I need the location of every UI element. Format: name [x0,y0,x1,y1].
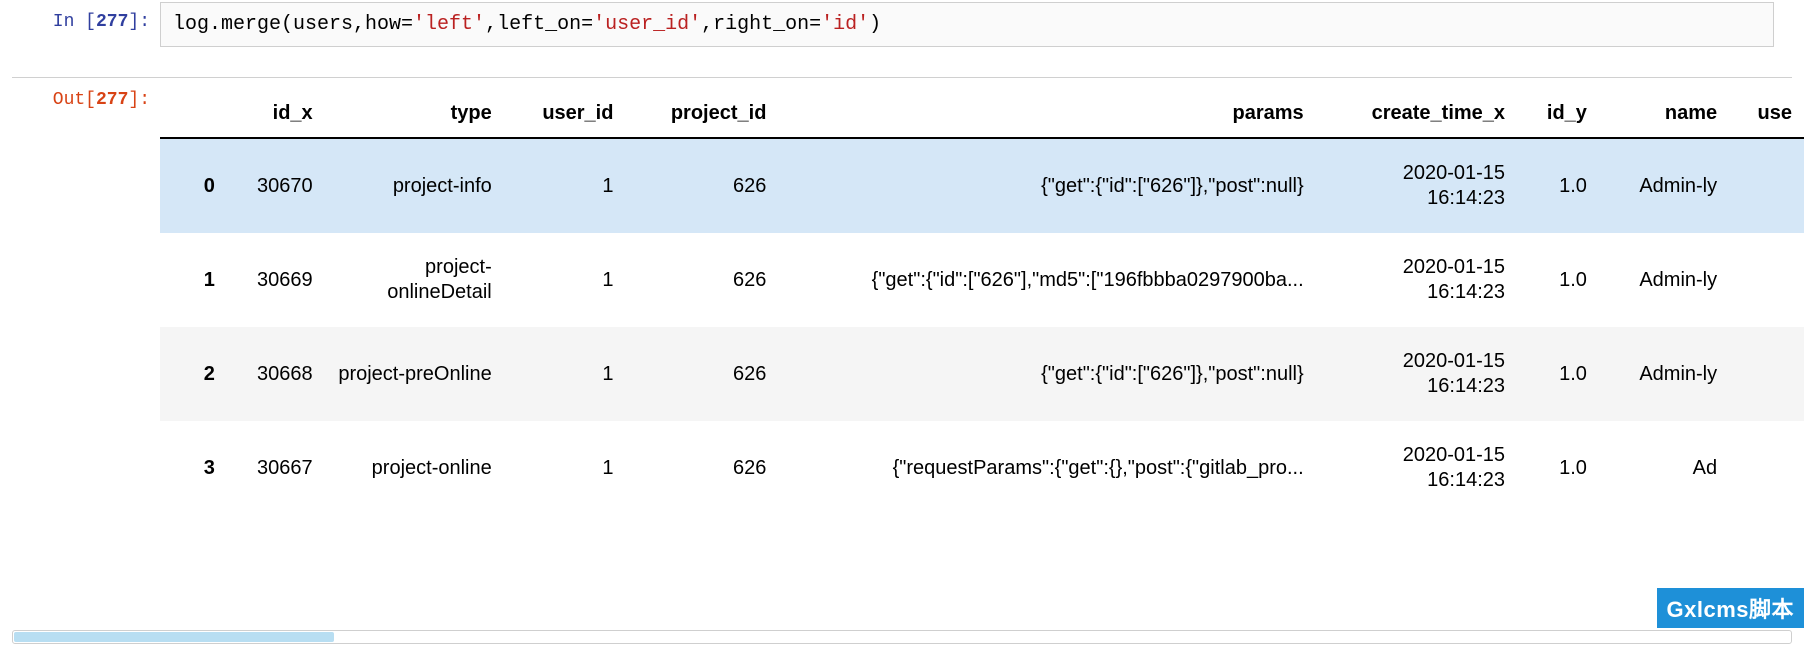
cell-project_id: 626 [625,421,778,515]
cell-id_x: 30670 [223,138,325,233]
cell-params: {"get":{"id":["626"]},"post":null} [778,327,1315,421]
output-area: id_x type user_id project_id params crea… [160,78,1804,515]
cell-project_id: 626 [625,327,778,421]
scrollbar-thumb[interactable] [14,632,334,642]
cell-type: project-preOnline [325,327,504,421]
col-create_time_x: create_time_x [1316,88,1517,138]
cell-id_x: 30668 [223,327,325,421]
col-params: params [778,88,1315,138]
code-input[interactable]: log.merge(users,how='left',left_on='user… [160,2,1774,47]
cell-name: Admin-ly [1599,233,1729,327]
cell-user_id: 1 [504,233,626,327]
cell-name: Admin-ly [1599,138,1729,233]
cell-project_id: 626 [625,138,778,233]
cell-user_id: 1 [504,138,626,233]
cell-id_x: 30667 [223,421,325,515]
header-row: id_x type user_id project_id params crea… [160,88,1804,138]
cell-id_y: 1.0 [1517,138,1599,233]
col-id_y: id_y [1517,88,1599,138]
table-row[interactable]: 0 30670 project-info 1 626 {"get":{"id":… [160,138,1804,233]
cell-type: project-info [325,138,504,233]
input-prompt: In [277]: [0,0,160,32]
cell-create_time_x: 2020-01-15 16:14:23 [1316,138,1517,233]
cell-name: Ad [1599,421,1729,515]
table-row[interactable]: 1 30669 project-onlineDetail 1 626 {"get… [160,233,1804,327]
table-row[interactable]: 2 30668 project-preOnline 1 626 {"get":{… [160,327,1804,421]
col-project_id: project_id [625,88,778,138]
col-user_id: user_id [504,88,626,138]
cell-type: project-online [325,421,504,515]
col-use: use [1729,88,1804,138]
cell-params: {"get":{"id":["626"],"md5":["196fbbba029… [778,233,1315,327]
row-index: 3 [160,421,223,515]
cell-use [1729,421,1804,515]
cell-use [1729,233,1804,327]
header-index [160,88,223,138]
cell-name: Admin-ly [1599,327,1729,421]
cell-use [1729,138,1804,233]
output-cell: Out[277]: id_x type user_id project_id p… [0,78,1804,515]
output-prompt: Out[277]: [0,78,160,110]
dataframe-table: id_x type user_id project_id params crea… [160,88,1804,515]
cell-create_time_x: 2020-01-15 16:14:23 [1316,327,1517,421]
col-type: type [325,88,504,138]
cell-id_y: 1.0 [1517,327,1599,421]
cell-create_time_x: 2020-01-15 16:14:23 [1316,233,1517,327]
cell-user_id: 1 [504,327,626,421]
horizontal-scrollbar[interactable] [12,630,1792,644]
cell-id_y: 1.0 [1517,233,1599,327]
input-cell: In [277]: log.merge(users,how='left',lef… [0,0,1804,47]
row-index: 0 [160,138,223,233]
cell-create_time_x: 2020-01-15 16:14:23 [1316,421,1517,515]
col-name: name [1599,88,1729,138]
cell-use [1729,327,1804,421]
cell-user_id: 1 [504,421,626,515]
cell-params: {"get":{"id":["626"]},"post":null} [778,138,1315,233]
cell-project_id: 626 [625,233,778,327]
cell-params: {"requestParams":{"get":{},"post":{"gitl… [778,421,1315,515]
table-row[interactable]: 3 30667 project-online 1 626 {"requestPa… [160,421,1804,515]
cell-type: project-onlineDetail [325,233,504,327]
cell-id_x: 30669 [223,233,325,327]
row-index: 1 [160,233,223,327]
col-id_x: id_x [223,88,325,138]
cell-id_y: 1.0 [1517,421,1599,515]
row-index: 2 [160,327,223,421]
watermark-badge: Gxlcms脚本 [1657,588,1804,628]
